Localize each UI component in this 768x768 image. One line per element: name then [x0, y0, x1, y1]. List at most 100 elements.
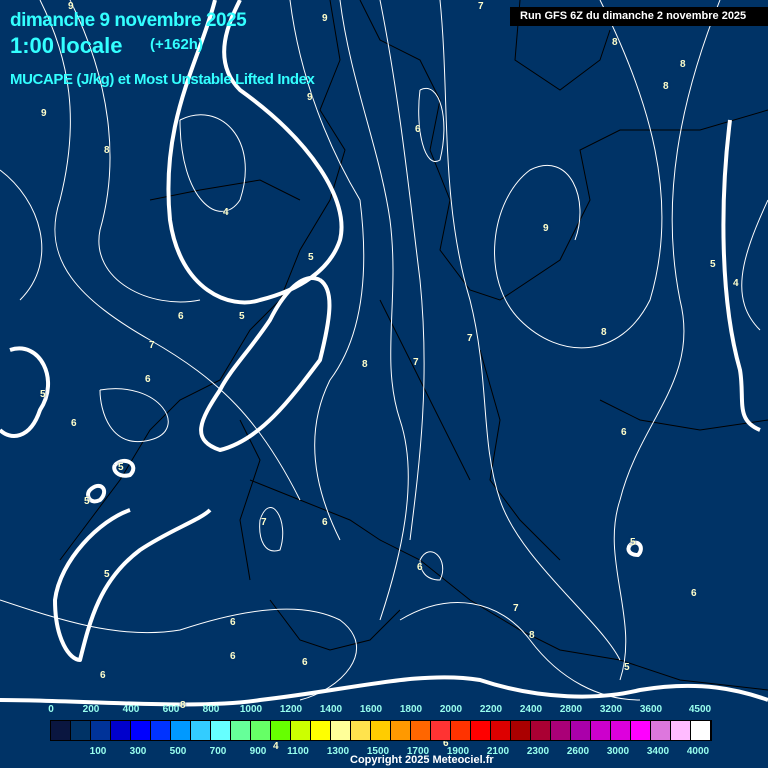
color-swatch: [211, 721, 231, 740]
lifted-index-5-contours: [0, 0, 768, 707]
contour-label: 6: [302, 657, 308, 668]
weather-map: dimanche 9 novembre 2025 1:00 locale (+1…: [0, 0, 768, 768]
color-swatch: [231, 721, 251, 740]
contour-label: 5: [104, 569, 110, 580]
scale-label-top: 1000: [239, 704, 263, 715]
contour-label: 6: [691, 588, 697, 599]
color-swatch: [451, 721, 471, 740]
coastlines: [59, 0, 768, 691]
contour-label: 5: [40, 389, 46, 400]
mucape-color-scale: [50, 720, 712, 741]
color-swatch: [111, 721, 131, 740]
forecast-offset: (+162h): [150, 36, 203, 53]
contour-label: 8: [663, 81, 669, 92]
scale-label-top: 1600: [359, 704, 383, 715]
contour-label: 7: [149, 340, 155, 351]
contour-label: 9: [322, 13, 328, 24]
color-swatch: [131, 721, 151, 740]
color-swatch: [611, 721, 631, 740]
contour-label: 5: [118, 462, 124, 473]
contour-label: 4: [273, 741, 279, 752]
contour-label: 6: [71, 418, 77, 429]
contour-label: 6: [100, 670, 106, 681]
contour-label: 4: [223, 207, 229, 218]
scale-label-bottom: 2600: [566, 746, 590, 757]
contour-label: 8: [601, 327, 607, 338]
scale-label-top: 2000: [439, 704, 463, 715]
color-swatch: [271, 721, 291, 740]
contour-label: 5: [630, 537, 636, 548]
contour-label: 6: [322, 517, 328, 528]
contour-label: 9: [68, 1, 74, 12]
contour-label: 5: [239, 311, 245, 322]
contour-label: 6: [230, 651, 236, 662]
scale-label-bottom: 3000: [606, 746, 630, 757]
scale-label-bottom: 2300: [526, 746, 550, 757]
forecast-date: dimanche 9 novembre 2025: [10, 10, 247, 31]
scale-label-bottom: 1300: [326, 746, 350, 757]
color-swatch: [91, 721, 111, 740]
scale-label-top: 2200: [479, 704, 503, 715]
contour-label: 9: [307, 92, 313, 103]
contour-label: 7: [413, 357, 419, 368]
contour-label: 6: [145, 374, 151, 385]
contour-label: 8: [104, 145, 110, 156]
scale-label-top: 600: [162, 704, 180, 715]
color-swatch: [191, 721, 211, 740]
color-swatch: [671, 721, 691, 740]
contour-label: 4: [733, 278, 739, 289]
lifted-index-contours: [0, 0, 768, 701]
map-canvas: [0, 0, 768, 707]
scale-label-top: 3600: [639, 704, 663, 715]
color-swatch: [631, 721, 651, 740]
scale-label-bottom: 500: [169, 746, 187, 757]
scale-label-top: 800: [202, 704, 220, 715]
scale-label-bottom: 4000: [686, 746, 710, 757]
color-swatch: [391, 721, 411, 740]
contour-label: 5: [308, 252, 314, 263]
scale-label-top: 3200: [599, 704, 623, 715]
color-swatch: [311, 721, 331, 740]
contour-label: 8: [680, 59, 686, 70]
scale-label-bottom: 3400: [646, 746, 670, 757]
color-swatch: [291, 721, 311, 740]
color-swatch: [151, 721, 171, 740]
scale-label-top: 400: [122, 704, 140, 715]
contour-label: 6: [415, 124, 421, 135]
contour-label: 5: [710, 259, 716, 270]
contour-label: 9: [543, 223, 549, 234]
scale-label-top: 1800: [399, 704, 423, 715]
contour-label: 7: [513, 603, 519, 614]
contour-label: 6: [417, 562, 423, 573]
forecast-time: 1:00 locale: [10, 33, 123, 58]
color-swatch: [431, 721, 451, 740]
scale-label-top: 2800: [559, 704, 583, 715]
contour-label: 8: [362, 359, 368, 370]
copyright: Copyright 2025 Meteociel.fr: [350, 754, 494, 766]
scale-label-top: 0: [48, 704, 54, 715]
scale-label-top: 200: [82, 704, 100, 715]
color-swatch: [51, 721, 71, 740]
scale-label-bottom: 900: [249, 746, 267, 757]
contour-label: 5: [624, 662, 630, 673]
run-info: Run GFS 6Z du dimanche 2 novembre 2025: [510, 7, 768, 26]
color-swatch: [411, 721, 431, 740]
color-swatch: [471, 721, 491, 740]
color-swatch: [691, 721, 711, 740]
color-swatch: [651, 721, 671, 740]
scale-label-bottom: 700: [209, 746, 227, 757]
color-swatch: [571, 721, 591, 740]
scale-label-top: 1400: [319, 704, 343, 715]
contour-label: 8: [529, 630, 535, 641]
scale-label-top: 2400: [519, 704, 543, 715]
color-swatch: [351, 721, 371, 740]
scale-label-bottom: 100: [89, 746, 107, 757]
contour-label: 7: [478, 1, 484, 12]
scale-label-top: 1200: [279, 704, 303, 715]
contour-label: 6: [230, 617, 236, 628]
contour-label: 6: [621, 427, 627, 438]
contour-label: 8: [180, 700, 186, 711]
contour-label: 5: [84, 496, 90, 507]
parameter-title: MUCAPE (J/kg) et Most Unstable Lifted In…: [10, 71, 315, 88]
color-swatch: [171, 721, 191, 740]
